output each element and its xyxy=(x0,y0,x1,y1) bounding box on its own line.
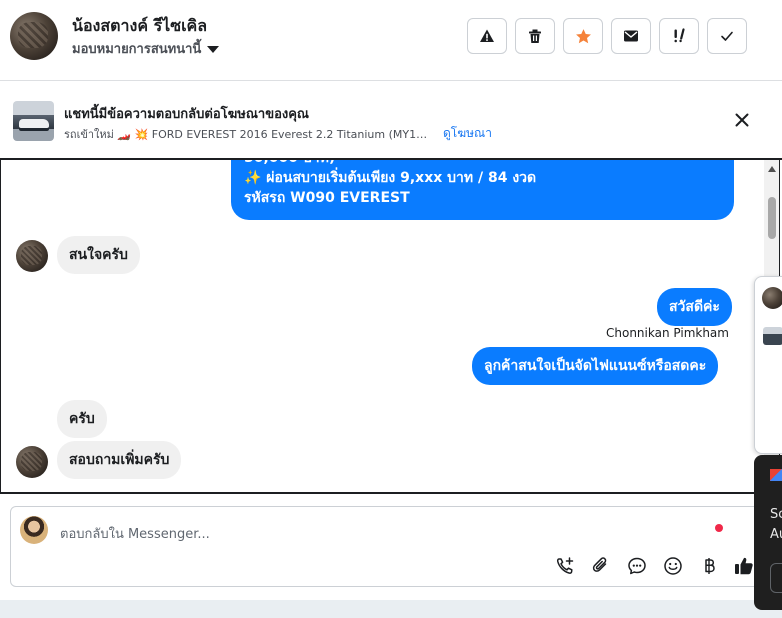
reply-composer: ตอบกลับใน Messenger... xyxy=(10,506,780,587)
toast-line: Sc xyxy=(770,507,782,522)
scroll-thumb[interactable] xyxy=(768,197,776,239)
contact-avatar[interactable] xyxy=(10,12,58,60)
sender-name: Chonnikan Pimkham xyxy=(606,326,729,340)
reply-input[interactable]: ตอบกลับใน Messenger... xyxy=(60,523,210,544)
ad-reply-banner: แชทนี้มีข้อความตอบกลับต่อโฆษณาของคุณ รถเ… xyxy=(0,81,782,160)
assign-label: มอบหมายการสนทนานี้ xyxy=(72,42,202,57)
message-line: ✨ ผ่อนสบายเริ่มต้นเพียง 9,xxx บาท / 84 ง… xyxy=(244,170,537,186)
ad-thumbnail[interactable] xyxy=(13,101,54,141)
page-footer-strip xyxy=(0,600,782,618)
message-bubble-outgoing: 50,000 บาท) ✨ ผ่อนสบายเริ่มต้นเพียง 9,xx… xyxy=(231,160,734,220)
follow-up-button[interactable] xyxy=(659,18,699,54)
view-ad-link[interactable]: ดูโฆษณา xyxy=(443,124,492,143)
message-bubble-incoming: ครับ xyxy=(57,400,107,438)
message-thread[interactable]: 50,000 บาท) ✨ ผ่อนสบายเริ่มต้นเพียง 9,xx… xyxy=(0,160,780,494)
contact-avatar[interactable] xyxy=(16,240,48,272)
contact-avatar[interactable] xyxy=(16,446,48,478)
contact-name[interactable]: น้องสตางค์ รีไซเคิล xyxy=(72,14,207,39)
spam-button[interactable] xyxy=(467,18,507,54)
chat-bubble-icon[interactable] xyxy=(626,555,648,577)
warning-icon xyxy=(480,29,494,42)
message-bubble-incoming: สอบถามเพิ่มครับ xyxy=(57,441,182,479)
mark-unread-button[interactable] xyxy=(611,18,651,54)
close-icon[interactable] xyxy=(733,111,751,129)
paperclip-icon[interactable] xyxy=(590,555,612,577)
emoji-icon[interactable] xyxy=(662,555,684,577)
message-line: 50,000 บาท) xyxy=(244,160,721,168)
app-icon xyxy=(770,469,782,481)
delete-button[interactable] xyxy=(515,18,555,54)
thumbs-up-icon[interactable] xyxy=(733,555,755,577)
check-icon xyxy=(721,31,733,41)
toast-action-button[interactable] xyxy=(770,563,782,593)
scroll-up-arrow-icon[interactable] xyxy=(768,166,776,172)
side-conversation-panel[interactable] xyxy=(754,276,782,454)
ad-banner-subtitle: รถเข้าใหม่ 🏎️ 💥 FORD EVEREST 2016 Everes… xyxy=(64,128,428,141)
trash-icon xyxy=(529,29,541,43)
ad-thumbnail xyxy=(763,327,782,345)
contact-avatar xyxy=(762,287,782,309)
conversation-header: น้องสตางค์ รีไซเคิล มอบหมายการสนทนานี้ xyxy=(0,0,782,81)
exclamation-icon xyxy=(674,28,685,43)
star-icon xyxy=(575,28,591,43)
ad-banner-title: แชทนี้มีข้อความตอบกลับต่อโฆษณาของคุณ xyxy=(64,107,309,122)
message-line: รหัสรถ W090 EVEREST xyxy=(244,190,410,206)
baht-icon[interactable] xyxy=(698,555,720,577)
mark-done-button[interactable] xyxy=(707,18,747,54)
caret-down-icon xyxy=(207,45,220,53)
message-bubble-outgoing: ลูกค้าสนใจเป็นจัดไฟแนนซ์หรือสดคะ xyxy=(472,347,719,385)
envelope-icon xyxy=(624,30,638,42)
assign-conversation-dropdown[interactable]: มอบหมายการสนทนานี้ xyxy=(72,38,220,59)
user-avatar xyxy=(20,516,48,544)
message-bubble-outgoing: สวัสดีค่ะ xyxy=(657,288,732,326)
star-button[interactable] xyxy=(563,18,603,54)
notification-dot xyxy=(715,524,723,532)
message-bubble-incoming: สนใจครับ xyxy=(57,236,140,274)
toast-line: Au xyxy=(770,527,782,542)
call-add-icon[interactable] xyxy=(554,555,576,577)
system-notification-toast[interactable]: Sc Au xyxy=(754,455,782,610)
